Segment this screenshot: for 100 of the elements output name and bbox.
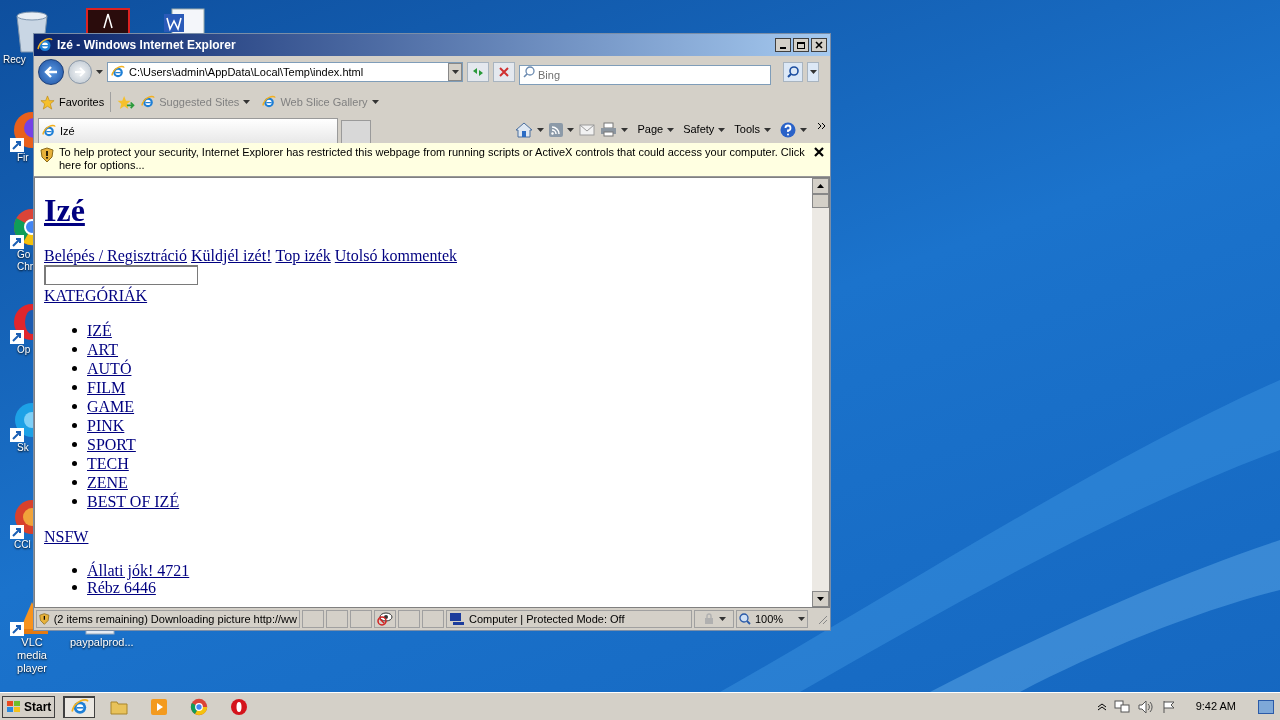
scroll-thumb[interactable] [812, 194, 829, 208]
dropdown-arrow-icon [800, 127, 807, 132]
search-button[interactable] [783, 62, 803, 82]
maximize-button[interactable] [793, 38, 809, 52]
command-menu[interactable]: Page [637, 121, 675, 138]
dropdown-arrow-icon [621, 127, 629, 132]
category-link[interactable]: GAME [87, 397, 135, 416]
print-button[interactable] [600, 122, 629, 137]
nsfw-link[interactable]: NSFW [44, 527, 89, 546]
nav-link[interactable]: Belépés / Regisztráció [44, 246, 188, 265]
bullet-icon [72, 442, 77, 447]
nav-link[interactable]: Küldjél izét! [191, 246, 272, 265]
minimize-button[interactable] [775, 38, 791, 52]
address-dropdown[interactable] [448, 63, 462, 81]
address-field[interactable]: C:\Users\admin\AppData\Local\Temp\index.html [107, 62, 463, 82]
security-dropdown[interactable] [694, 610, 734, 628]
help-button[interactable] [780, 121, 807, 138]
start-button[interactable]: Start [2, 695, 56, 718]
page-icon [262, 95, 277, 109]
overflow-chevron-icon[interactable] [818, 122, 826, 129]
category-link[interactable]: SPORT [87, 435, 136, 454]
search-icon [787, 66, 799, 78]
stop-icon [499, 67, 509, 77]
category-link[interactable]: Állati jók! 4721 [87, 562, 190, 579]
category-link[interactable]: Rébz 6446 [87, 579, 156, 596]
command-menu[interactable]: Safety [683, 121, 726, 138]
dropdown-arrow-icon [718, 617, 726, 621]
down-arrow-icon [817, 597, 824, 601]
category-link[interactable]: BEST OF IZÉ [87, 492, 180, 511]
category-link[interactable]: TECH [87, 454, 129, 473]
status-panel [350, 610, 372, 628]
feeds-button[interactable] [549, 122, 575, 137]
desktop-icon-label[interactable]: Go Chr [17, 249, 37, 273]
desktop-icon-label[interactable]: Fir [17, 152, 29, 164]
dropdown-arrow-icon [451, 70, 459, 74]
status-panel [398, 610, 420, 628]
zoom-dropdown[interactable]: 100% [736, 610, 808, 628]
bullet-icon [72, 568, 77, 573]
browser-icon [37, 37, 53, 53]
desktop-icon-label[interactable]: VLC media player [6, 636, 58, 675]
category-link[interactable]: FILM [87, 378, 126, 397]
categories-link[interactable]: KATEGÓRIÁK [44, 286, 148, 305]
dropdown-arrow-icon [243, 100, 251, 104]
search-icon [523, 66, 535, 78]
category-link[interactable]: IZÉ [87, 321, 112, 340]
up-arrow-icon [817, 184, 824, 188]
tab[interactable]: Izé [38, 118, 338, 143]
category-link[interactable]: ART [87, 340, 119, 359]
show-hidden-icons-button[interactable] [1097, 702, 1106, 711]
bullet-icon [72, 366, 77, 371]
bullet-icon [72, 385, 77, 390]
forward-arrow-icon [74, 67, 86, 77]
back-button[interactable] [38, 59, 64, 85]
bullet-icon [72, 347, 77, 352]
close-icon [814, 147, 824, 157]
close-button[interactable] [814, 147, 824, 157]
scroll-down-button[interactable] [812, 591, 829, 607]
printer-icon [600, 122, 618, 137]
history-dropdown[interactable] [96, 70, 103, 74]
bullet-icon [72, 499, 77, 504]
taskbar-app-button[interactable] [63, 695, 96, 718]
shortcut-arrow-icon [10, 525, 24, 539]
category-link[interactable]: AUTÓ [87, 359, 132, 378]
page-icon [42, 124, 56, 138]
command-menu[interactable]: Tools [734, 121, 771, 138]
nav-link[interactable]: Top izék [275, 246, 331, 265]
shortcut-arrow-icon [10, 138, 24, 152]
stop-button[interactable] [493, 62, 515, 82]
shield-warning-icon [39, 612, 50, 626]
zone-text: Computer | Protected Mode: Off [469, 611, 625, 627]
close-icon [815, 41, 823, 49]
category-link[interactable]: PINK [87, 416, 125, 435]
opera-icon [230, 697, 249, 716]
lock-icon [702, 613, 715, 625]
desktop-icon-label[interactable]: Op [17, 344, 31, 356]
search-options-dropdown[interactable] [807, 62, 819, 82]
refresh-icon [471, 66, 485, 78]
site-heading-link[interactable]: Izé [44, 190, 85, 230]
shield-warning-icon [40, 147, 54, 163]
desktop-icon-label[interactable]: CCl [14, 539, 31, 551]
home-button[interactable] [515, 121, 545, 138]
refresh-button[interactable] [467, 62, 489, 82]
scroll-up-button[interactable] [812, 178, 829, 194]
close-button[interactable] [811, 38, 827, 52]
bullet-icon [72, 404, 77, 409]
search-field[interactable]: Bing [519, 65, 771, 85]
shortcut-arrow-icon [10, 622, 24, 636]
category-link[interactable]: ZENE [87, 473, 128, 492]
favorites-button[interactable]: Favorites [40, 93, 105, 111]
dropdown-arrow-icon [764, 127, 771, 132]
desktop-icon-label[interactable]: Sk [17, 442, 29, 454]
dropdown-arrow-icon [96, 70, 103, 74]
show-desktop-button[interactable] [1258, 699, 1274, 714]
information-bar[interactable]: To help protect your security, Internet Explorer has restricted this webpage from running scripts or ActiveX controls that could access your computer. Click here for options... [34, 143, 830, 177]
chevron-up-icon [1097, 702, 1106, 711]
nav-link[interactable]: Utolsó kommentek [334, 246, 457, 265]
shortcut-arrow-icon [10, 428, 24, 442]
dropdown-arrow-icon [718, 127, 726, 132]
vertical-scrollbar[interactable] [812, 178, 829, 607]
search-input[interactable] [44, 265, 198, 285]
